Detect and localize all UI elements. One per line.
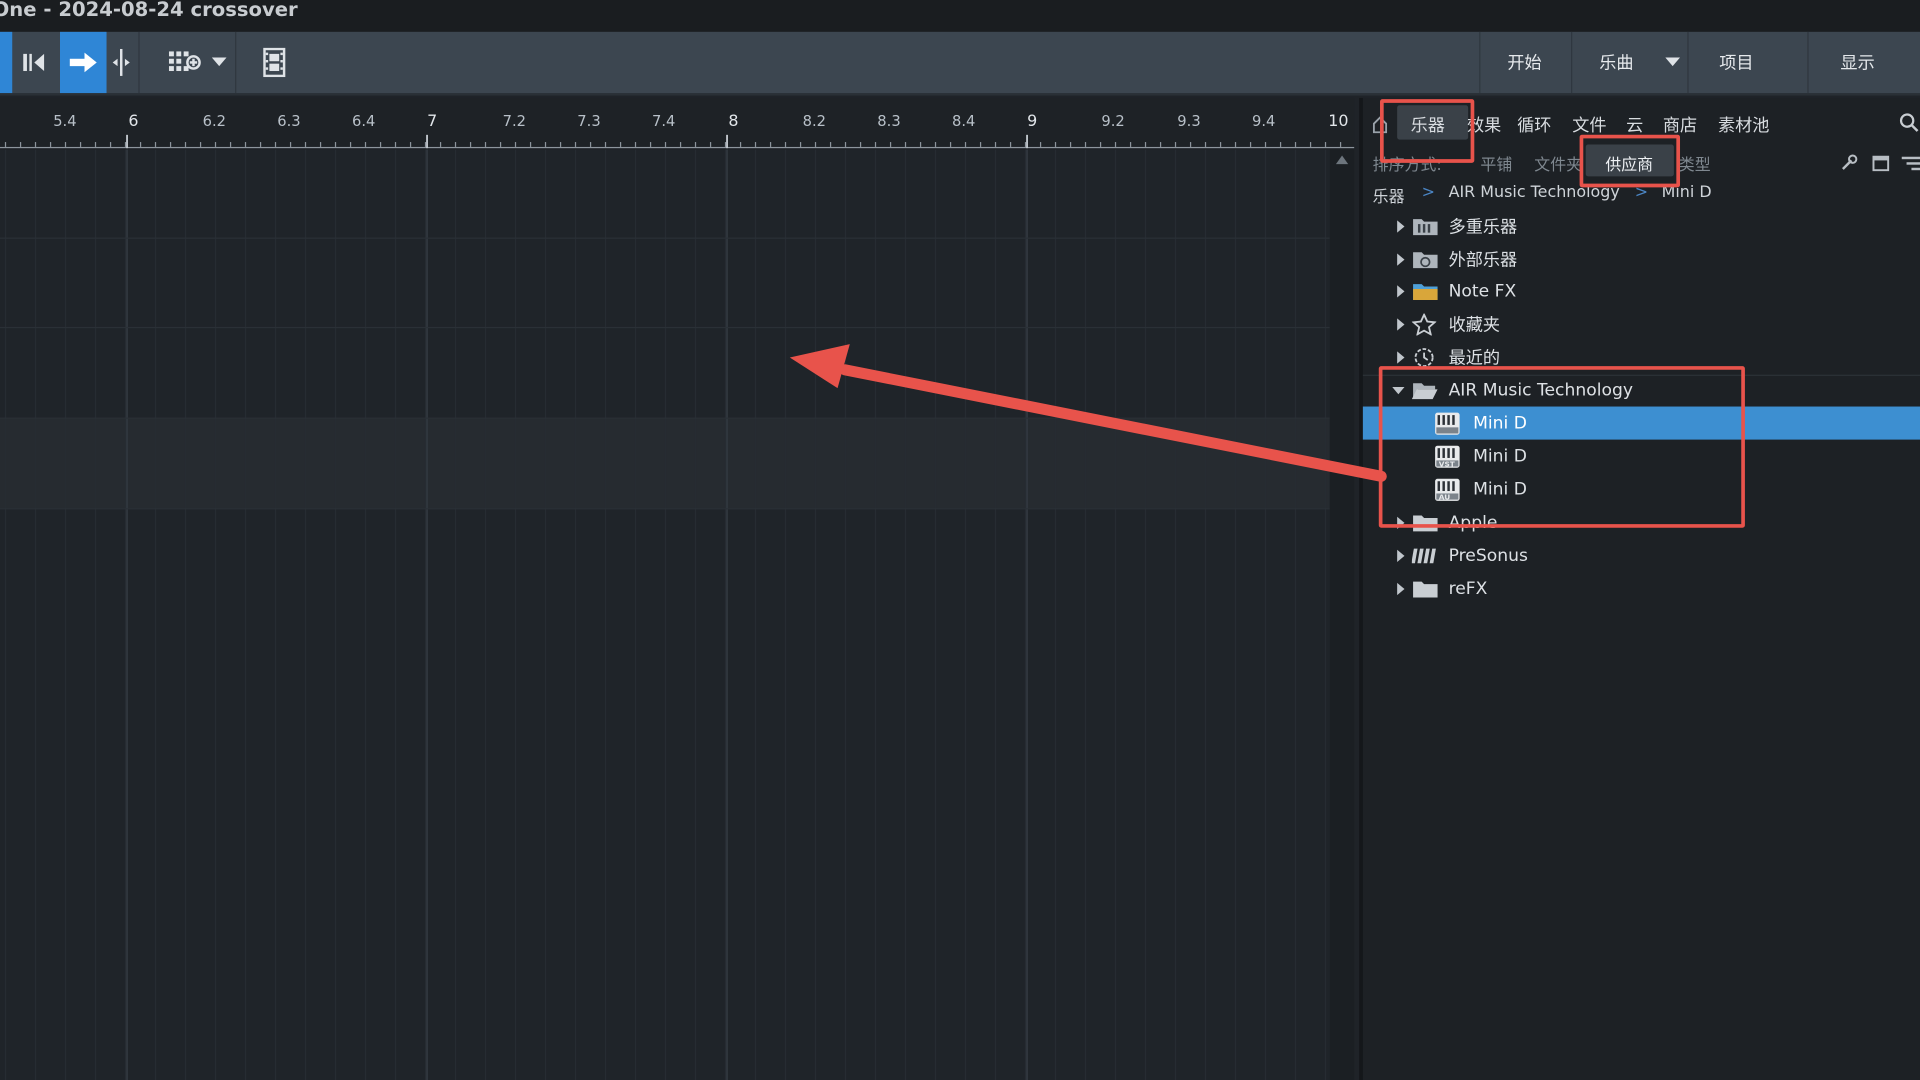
- app-window: One - 2024-08-24 crossover 开始 乐曲 项目 显示 5…: [0, 0, 1920, 1080]
- annotation-arrow: [789, 344, 1387, 482]
